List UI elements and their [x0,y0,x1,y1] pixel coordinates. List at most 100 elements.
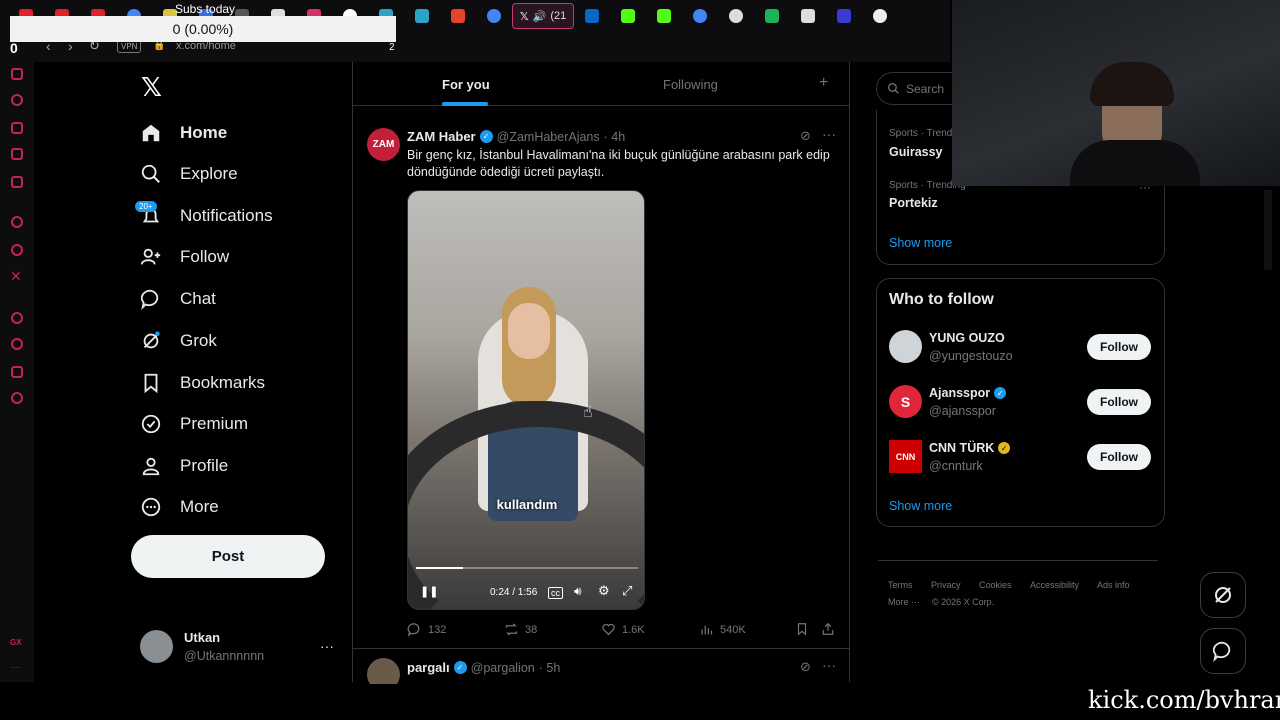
tab-linkedin[interactable] [574,0,610,32]
tab-generic[interactable] [754,0,790,32]
grok-float-button[interactable] [1200,572,1246,618]
tweet-time[interactable]: · 4h [604,130,626,144]
verified-icon: ✓ [479,130,493,143]
who-to-follow-card: Who to follow YUNG OUZO @yungestouzo Fol… [876,278,1165,527]
follow-button[interactable]: Follow [1087,334,1151,360]
gx-icon[interactable]: GX [10,638,22,647]
whatsapp-icon[interactable] [11,244,23,256]
sidebar-app-icon[interactable] [11,366,23,378]
webcam-person-hair [1090,62,1174,106]
wtf-name-row: Ajansspor ✓ [929,386,1007,400]
sidebar-app-icon[interactable] [11,312,23,324]
nav-profile[interactable]: Profile [140,445,228,487]
trend-name[interactable]: Guirassy [889,145,943,159]
reply-button[interactable]: 132 [407,622,446,637]
wtf-avatar[interactable] [889,330,922,363]
nav-bookmarks[interactable]: Bookmarks [140,362,265,404]
sidebar-app-icon[interactable] [11,148,23,160]
account-avatar[interactable] [140,630,173,663]
tweet-menu-icon[interactable]: ··· [822,126,836,142]
speaker-icon: 🔊 [532,10,547,23]
nav-explore[interactable]: Explore [140,153,238,195]
tab-kick[interactable] [610,0,646,32]
x-sidebar-icon[interactable]: ✕ [10,268,22,285]
fullscreen-icon[interactable]: ⤢ [622,583,632,599]
tab-generic[interactable] [718,0,754,32]
sidebar-app-icon[interactable] [11,216,23,228]
wtf-name[interactable]: Ajansspor [929,386,990,400]
video-progress-track[interactable] [416,567,638,569]
trend-name[interactable]: Portekiz [889,196,938,210]
show-more-trends[interactable]: Show more [889,236,952,250]
captions-icon[interactable]: cc [548,587,563,599]
tweet-author[interactable]: ZAM Haber [407,129,476,144]
messages-float-button[interactable] [1200,628,1246,674]
footer-cookies[interactable]: Cookies [979,580,1012,590]
wtf-name[interactable]: CNN TÜRK [929,441,994,455]
account-menu-icon[interactable]: ··· [320,638,334,654]
repost-button[interactable]: 38 [504,622,537,637]
tweet-avatar[interactable]: ZAM [367,128,400,161]
wtf-name[interactable]: YUNG OUZO [929,331,1005,345]
more-dots-icon[interactable]: ··· [11,662,21,673]
footer-privacy[interactable]: Privacy [931,580,961,590]
nav-more[interactable]: More [140,486,219,528]
like-button[interactable]: 1.6K [601,622,645,637]
follow-button[interactable]: Follow [1087,444,1151,470]
nav-notifications[interactable]: Notifications [140,195,273,237]
wtf-avatar[interactable]: CNN [889,440,922,473]
stream-watermark: kick.com/bvhran [1088,686,1280,714]
sidebar-app-icon[interactable] [11,176,23,188]
sidebar-app-icon[interactable] [11,122,23,134]
nav-follow[interactable]: Follow [140,236,229,278]
tweet-video[interactable]: kullandım ❚❚ 0:24 / 1:56 cc 🔊︎ ⚙ ⤢ [407,190,645,610]
settings-icon[interactable] [11,392,23,404]
right-counter: 2 [389,42,395,53]
grok-tweet-icon[interactable]: ⊘ [800,128,811,144]
nav-premium[interactable]: Premium [140,403,248,445]
tab-generic[interactable] [826,0,862,32]
tab-google[interactable] [682,0,718,32]
nav-chat[interactable]: Chat [140,278,216,320]
footer-terms[interactable]: Terms [888,580,913,590]
tab-document[interactable] [790,0,826,32]
footer-divider [878,560,1158,561]
tweet-menu-icon[interactable]: ··· [822,657,836,673]
tab-google[interactable] [476,0,512,32]
tweet-handle[interactable]: @ZamHaberAjans [497,130,600,144]
tab-x-active[interactable]: 𝕏 🔊 (21 [512,3,574,29]
footer-accessibility[interactable]: Accessibility [1030,580,1079,590]
repost-count: 38 [525,623,538,636]
tab-generic[interactable] [404,0,440,32]
wtf-avatar[interactable]: S [889,385,922,418]
bookmark-button[interactable] [795,622,809,636]
clock-icon[interactable] [11,338,23,350]
show-more-follow[interactable]: Show more [889,499,952,513]
views-button[interactable]: 540K [699,622,746,637]
volume-icon[interactable]: 🔊︎ [574,584,582,599]
tab-generic[interactable] [440,0,476,32]
add-tab-icon[interactable]: + [819,74,828,92]
settings-gear-icon[interactable]: ⚙ [598,583,610,599]
tweet-time[interactable]: · 5h [539,661,561,675]
share-button[interactable] [821,622,835,636]
post-button[interactable]: Post [131,535,325,578]
tab-kick[interactable] [646,0,682,32]
nav-grok[interactable]: Grok [140,320,217,362]
tweet-handle[interactable]: @pargalion [471,661,535,675]
nav-follow-label: Follow [180,247,230,266]
scrollbar[interactable] [1264,190,1272,270]
grok-tweet-icon[interactable]: ⊘ [800,659,811,675]
footer-more[interactable]: More ··· [888,597,920,607]
sidebar-app-icon[interactable] [11,94,23,106]
info-icon[interactable] [862,0,898,32]
tweet-author[interactable]: pargalı [407,660,450,675]
follow-button[interactable]: Follow [1087,389,1151,415]
tab-following[interactable]: Following [663,77,718,92]
sidebar-app-icon[interactable] [11,68,23,80]
x-logo-icon[interactable]: 𝕏 [141,72,162,103]
pause-icon[interactable]: ❚❚ [420,585,438,598]
tab-for-you[interactable]: For you [442,77,490,92]
footer-ads-info[interactable]: Ads info [1097,580,1130,590]
nav-home[interactable]: Home [140,112,227,154]
